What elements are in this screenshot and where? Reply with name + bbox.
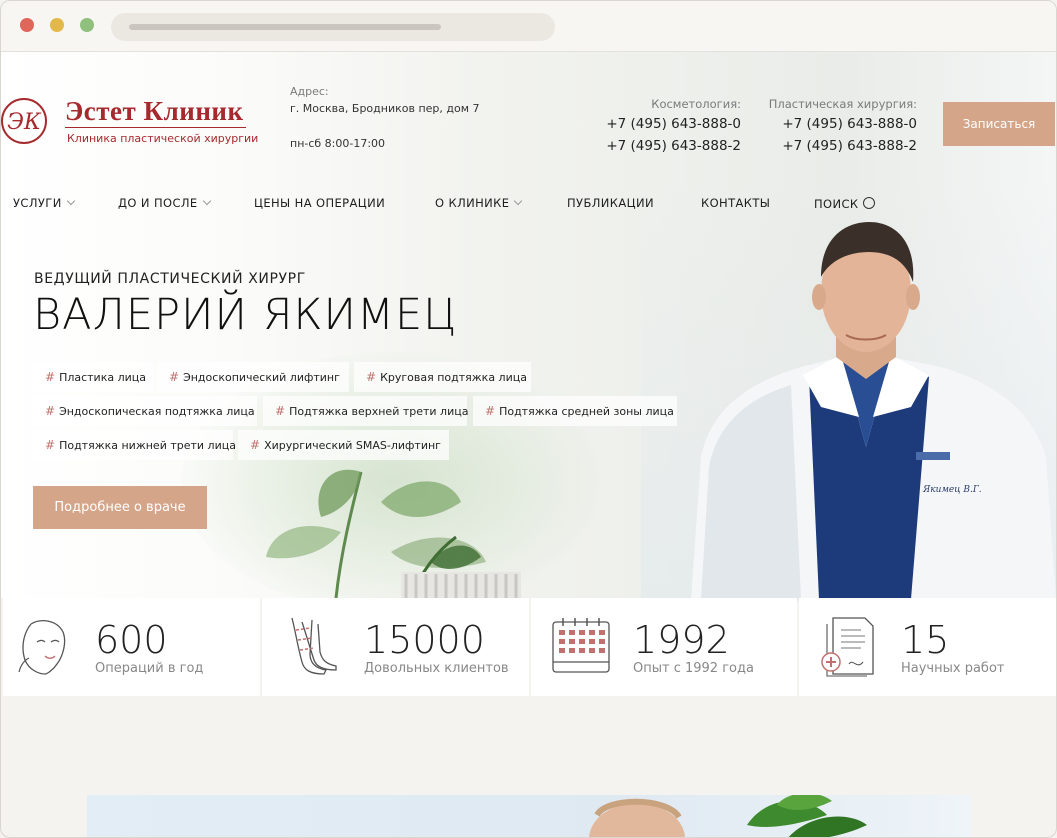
nav-item-publications[interactable]: ПУБЛИКАЦИИ [567, 196, 654, 210]
stat-operations: 600 Операций в год [3, 598, 260, 696]
chevron-down-icon [66, 196, 75, 206]
hash-icon: # [485, 404, 496, 418]
face-icon [18, 620, 66, 675]
stat-label: Опыт с 1992 года [633, 661, 754, 676]
nav-label: УСЛУГИ [13, 196, 62, 210]
document-icon [821, 617, 874, 677]
nav-item-prices[interactable]: ЦЕНЫ НА ОПЕРАЦИИ [254, 196, 385, 210]
doctor-details-button[interactable]: Подробнее о враче [33, 486, 207, 529]
chevron-down-icon [202, 196, 211, 206]
stat-value: 15000 [364, 618, 485, 662]
hash-icon: # [45, 404, 56, 418]
browser-window: Якимец В.Г. ЭК Эстет Клиник Клиника плас… [0, 0, 1057, 838]
url-placeholder [129, 24, 441, 30]
hero-subtitle: ВЕДУЩИЙ ПЛАСТИЧЕСКИЙ ХИРУРГ [34, 271, 306, 287]
address-label: Адрес: [290, 85, 329, 98]
surgery-label: Пластическая хирургия: [768, 97, 917, 111]
hash-icon: # [169, 370, 180, 384]
hash-icon: # [45, 370, 56, 384]
address-bar[interactable] [111, 13, 555, 41]
website: Якимец В.Г. ЭК Эстет Клиник Клиника плас… [1, 52, 1056, 837]
surgery-phones: Пластическая хирургия: +7 (495) 643-888-… [761, 97, 917, 160]
tag-endoscopic-lifting[interactable]: # Эндоскопический лифтинг [157, 362, 349, 392]
hash-icon: # [275, 404, 286, 418]
calendar-icon [552, 618, 610, 673]
tag-upper-third-lift[interactable]: # Подтяжка верхней трети лица [263, 396, 469, 426]
tag-label: Хирургический SMAS-лифтинг [264, 439, 441, 452]
stat-value: 1992 [633, 618, 730, 662]
next-section-banner [87, 795, 971, 837]
nav-item-search[interactable]: ПОИСК [814, 196, 875, 211]
logo-name: Эстет Клиник [65, 96, 244, 126]
stat-value: 600 [95, 618, 168, 662]
nav-item-before-after[interactable]: ДО И ПОСЛЕ [118, 196, 211, 210]
nav-item-about[interactable]: О КЛИНИКЕ [435, 196, 523, 210]
hash-icon: # [250, 438, 261, 452]
cosmetology-phone-2[interactable]: +7 (495) 643-888-2 [591, 138, 741, 154]
tag-label: Круговая подтяжка лица [380, 371, 527, 384]
tag-label: Подтяжка средней зоны лица [499, 405, 674, 418]
nav-label: ПУБЛИКАЦИИ [567, 196, 654, 210]
address: г. Москва, Бродников пер, дом 7 [290, 102, 480, 115]
hash-icon: # [366, 370, 377, 384]
tag-endoscopic-facelift[interactable]: # Эндоскопическая подтяжка лица [33, 396, 257, 426]
legs-icon [291, 617, 337, 675]
nav-label: ДО И ПОСЛЕ [118, 196, 198, 210]
nav-item-services[interactable]: УСЛУГИ [13, 196, 75, 210]
nav-item-contacts[interactable]: КОНТАКТЫ [701, 196, 770, 210]
nav-label: ЦЕНЫ НА ОПЕРАЦИИ [254, 196, 386, 210]
banner-illustration [589, 795, 867, 837]
name-badge: Якимец В.Г. [922, 485, 982, 495]
close-window-button[interactable] [20, 18, 34, 32]
tag-circular-lift[interactable]: # Круговая подтяжка лица [354, 362, 531, 392]
surgery-phone-2[interactable]: +7 (495) 643-888-2 [761, 138, 917, 154]
tag-mid-face-lift[interactable]: # Подтяжка средней зоны лица [473, 396, 677, 426]
logo[interactable]: ЭК Эстет Клиник Клиника пластической хир… [1, 96, 258, 156]
tag-smas-lifting[interactable]: # Хирургический SMAS-лифтинг [238, 430, 449, 460]
search-icon [862, 197, 875, 209]
tag-face-plastic[interactable]: # Пластика лица [33, 362, 153, 392]
browser-toolbar [1, 1, 1056, 52]
stat-label: Операций в год [95, 661, 204, 676]
main-nav: УСЛУГИ ДО И ПОСЛЕ ЦЕНЫ НА ОПЕРАЦИИ О КЛИ… [1, 192, 1056, 218]
stat-value: 15 [901, 618, 950, 662]
cosmetology-phone-1[interactable]: +7 (495) 643-888-0 [591, 116, 741, 132]
stat-label: Довольных клиентов [364, 661, 509, 676]
tag-lower-third-lift[interactable]: # Подтяжка нижней трети лица [33, 430, 236, 460]
cosmetology-label: Косметология: [651, 97, 741, 111]
doctor-photo: Якимец В.Г. [691, 222, 1056, 599]
tag-label: Эндоскопическая подтяжка лица [59, 405, 255, 418]
stat-publications: 15 Научных работ [799, 598, 1056, 696]
tag-label: Пластика лица [59, 371, 146, 384]
stats-bar: 600 Операций в год 15000 Довольных клиен… [3, 598, 1056, 696]
chevron-down-icon [514, 196, 523, 206]
cosmetology-phones: Косметология: +7 (495) 643-888-0 +7 (495… [591, 97, 741, 160]
hero-title: ВАЛЕРИЙ ЯКИМЕЦ [33, 290, 458, 340]
hash-icon: # [45, 438, 56, 452]
book-appointment-button[interactable]: Записаться [943, 102, 1055, 146]
working-hours: пн-сб 8:00-17:00 [290, 137, 386, 150]
nav-label: ПОИСК [814, 197, 859, 211]
stat-experience: 1992 Опыт с 1992 года [531, 598, 797, 696]
surgery-phone-1[interactable]: +7 (495) 643-888-0 [761, 116, 917, 132]
nav-label: О КЛИНИКЕ [435, 196, 510, 210]
tag-label: Эндоскопический лифтинг [183, 371, 340, 384]
logo-emblem: ЭК [1, 98, 47, 144]
nav-label: КОНТАКТЫ [701, 196, 771, 210]
minimize-window-button[interactable] [50, 18, 64, 32]
tag-label: Подтяжка верхней трети лица [289, 405, 469, 418]
tag-label: Подтяжка нижней трети лица [59, 439, 236, 452]
maximize-window-button[interactable] [80, 18, 94, 32]
logo-divider [65, 127, 246, 128]
logo-subtitle: Клиника пластической хирургии [67, 132, 259, 145]
stat-clients: 15000 Довольных клиентов [262, 598, 529, 696]
stat-label: Научных работ [901, 661, 1005, 676]
